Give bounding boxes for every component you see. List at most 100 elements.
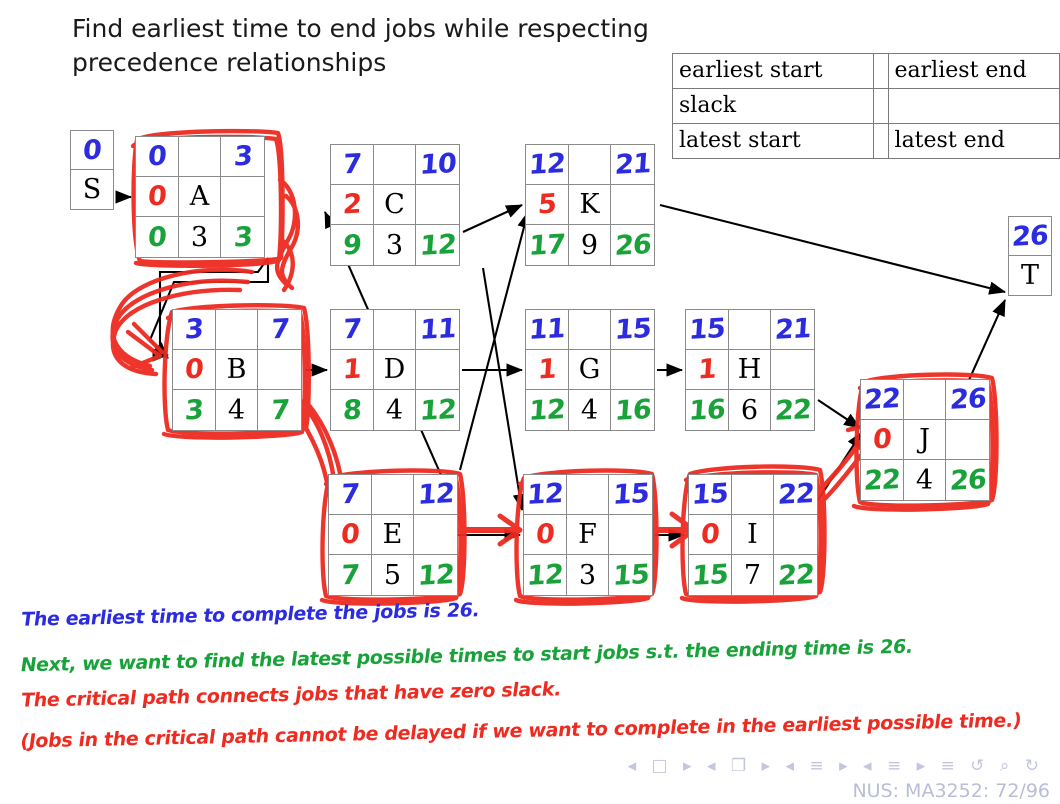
cell-terminal-value: 26 [1009,217,1051,256]
j-slack: 0 [871,423,892,456]
f-earliest-end: 15 [611,478,650,511]
d-earliest-start: 7 [341,313,362,346]
cell-duration: 3 [374,225,417,265]
i-latest-end: 22 [776,558,815,592]
cell-top-middle-blank [568,310,612,350]
cell-latest-start: 8 [331,390,374,430]
e-duration: 5 [383,559,402,591]
cell-earliest-start: 12 [526,145,569,185]
i-slack: 0 [699,518,720,551]
cell-earliest-end: 3 [221,137,264,177]
i-job-label: I [747,519,758,550]
d-latest-start: 8 [341,394,362,426]
cell-middle-right-blank [611,185,654,225]
a-job-label: A [189,181,210,212]
f-earliest-start: 12 [525,478,564,511]
cell-job-label: H [728,350,772,390]
cell-middle-right-blank [414,515,457,555]
k-earliest-end: 21 [613,148,652,181]
e-earliest-end: 12 [416,478,455,511]
cell-earliest-end: 11 [416,310,459,350]
cell-earliest-start: 7 [329,475,372,515]
a-slack: 0 [146,180,167,213]
e-latest-start: 7 [339,559,360,591]
c-latest-end: 12 [418,228,457,262]
cell-latest-start: 9 [331,225,374,265]
g-earliest-end: 15 [613,313,652,346]
cell-latest-end: 3 [221,217,264,257]
b-latest-end: 7 [269,394,290,426]
i-duration: 7 [743,559,762,591]
cell-slack: 0 [861,420,904,460]
cell-duration: 6 [729,390,772,430]
h-latest-start: 16 [687,393,726,427]
j-earliest-end: 26 [948,383,987,416]
cell-job-label: F [566,515,610,555]
b-slack: 0 [183,353,204,386]
cell-middle-right-blank [609,515,652,555]
cell-earliest-start: 7 [331,310,374,350]
cell-duration: 9 [569,225,612,265]
cell-top-middle-blank [731,475,775,515]
f-latest-end: 15 [611,558,650,592]
cell-latest-start: 17 [526,225,569,265]
g-slack: 1 [536,353,557,386]
cell-job-label: K [568,185,612,225]
legend-latest-start: latest start [672,123,874,159]
legend-row-latest: latest start latest end [672,123,1060,159]
cell-earliest-start: 11 [526,310,569,350]
d-latest-end: 12 [418,393,457,427]
f-job-label: F [578,519,597,550]
h-slack: 1 [696,353,717,386]
g-duration: 4 [580,394,599,426]
terminal-node-t: 26 T [1008,216,1052,296]
cell-duration: 3 [179,217,222,257]
cell-terminal-label: T [1009,256,1051,295]
cell-latest-end: 22 [771,390,814,430]
h-earliest-start: 15 [687,313,726,346]
job-node-a: 030A033 [135,136,265,258]
cell-latest-end: 22 [774,555,817,595]
cell-latest-end: 15 [609,555,652,595]
legend-earliest-start: earliest start [672,53,874,89]
cell-middle-right-blank [416,350,459,390]
k-latest-end: 26 [613,228,652,262]
cell-top-middle-blank [373,310,417,350]
navigation-glyphs[interactable]: ◂ □ ▸ ◂ ❐ ▸ ◂ ≡ ▸ ◂ ≡ ▸ ≡ ↺ ⌕ ↻ [628,756,1044,776]
cell-terminal-label: S [71,170,113,209]
legend-earliest-end: earliest end [887,53,1060,89]
job-node-e: 7 12 0 E 7 5 12 [328,474,458,596]
j-latest-start: 22 [862,463,901,497]
job-node-h: 15 21 1 H 16 6 22 [685,309,815,431]
legend-spacer-2 [872,88,889,124]
cell-middle-right-blank [258,350,301,390]
h-job-label: H [737,354,762,385]
cell-duration: 4 [216,390,259,430]
cell-slack: 1 [686,350,729,390]
cell-middle-right-blank [611,350,654,390]
job-node-f: 12 15 0 F 12 3 15 [523,474,653,596]
cell-latest-end: 7 [258,390,301,430]
cell-earliest-end: 21 [771,310,814,350]
cell-slack: 0 [689,515,732,555]
cell-latest-end: 12 [416,225,459,265]
b-earliest-end: 7 [269,313,290,346]
s-value: 0 [81,134,103,166]
job-node-d: 7 11 1 D 8 4 12 [330,309,460,431]
cell-middle-right-blank [774,515,817,555]
legend-slack: slack [672,88,874,124]
cell-top-middle-blank [178,137,222,177]
beamer-navigation-bar[interactable]: ◂ □ ▸ ◂ ❐ ▸ ◂ ≡ ▸ ◂ ≡ ▸ ≡ ↺ ⌕ ↻ [0,756,1060,778]
legend-latest-end: latest end [887,123,1060,159]
legend-spacer-1 [872,53,889,89]
c-slack: 2 [341,188,362,221]
cell-earliest-start: 3 [173,310,216,350]
c-job-label: C [384,189,405,220]
k-duration: 9 [580,229,599,261]
cell-latest-start: 15 [689,555,732,595]
cell-job-label: I [731,515,775,555]
a-earliest-start: 0 [146,140,167,173]
k-slack: 5 [536,188,557,221]
e-latest-end: 12 [416,558,455,592]
a-latest-end: 3 [232,221,253,253]
